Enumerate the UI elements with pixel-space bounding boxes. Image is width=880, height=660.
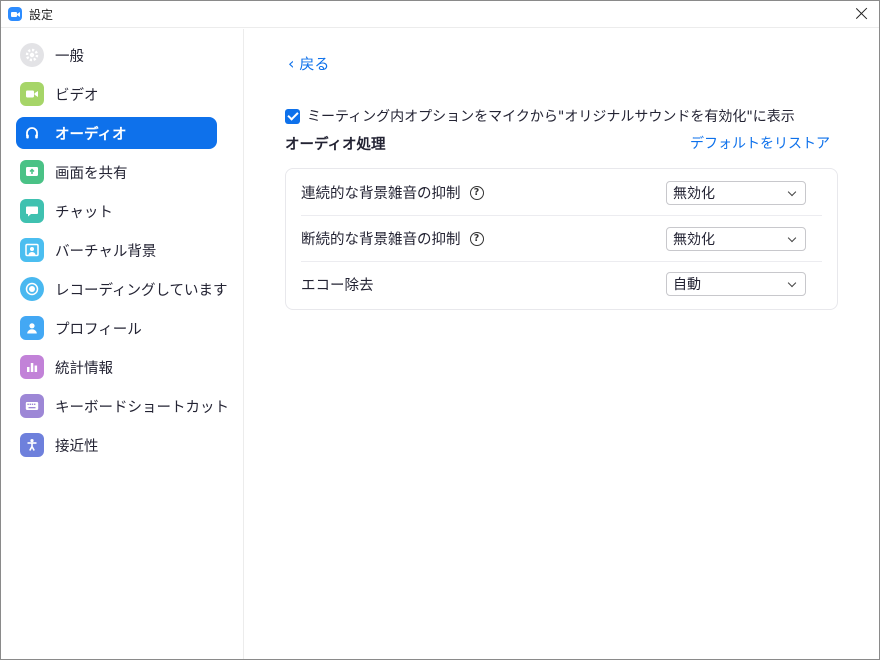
sidebar-item-statistics[interactable]: 統計情報 [16, 351, 217, 383]
restore-defaults-link[interactable]: デフォルトをリストア [690, 133, 830, 153]
back-label: 戻る [299, 55, 330, 73]
settings-window: 設定 一般 ビデオ オーディオ 画面を共有 チャット バーチャル背景 レコーディ… [0, 0, 880, 660]
sidebar-item-label: 接近性 [55, 438, 99, 455]
headphones-icon [20, 121, 44, 145]
row-label: 断続的な背景雑音の抑制 [301, 232, 461, 248]
echo-cancellation-row: エコー除去 自動 [301, 261, 822, 307]
original-sound-option-label: ミーティング内オプションをマイクから"オリジナルサウンドを有効化"に表示 [307, 109, 795, 125]
row-label: エコー除去 [301, 277, 374, 294]
settings-sidebar: 一般 ビデオ オーディオ 画面を共有 チャット バーチャル背景 レコーディングし… [1, 29, 244, 659]
sidebar-item-label: チャット [55, 204, 113, 221]
sidebar-item-video[interactable]: ビデオ [16, 78, 217, 110]
video-camera-icon [20, 82, 44, 106]
zoom-app-icon [8, 7, 22, 21]
sidebar-item-keyboard-shortcuts[interactable]: キーボードショートカット [16, 390, 229, 422]
persistent-noise-row: 連続的な背景雑音の抑制 ? 無効化 [301, 170, 822, 216]
sidebar-item-accessibility[interactable]: 接近性 [16, 429, 217, 461]
virtual-background-icon [20, 238, 44, 262]
chat-bubble-icon [20, 199, 44, 223]
chevron-down-icon [787, 233, 797, 243]
original-sound-checkbox[interactable] [285, 108, 300, 124]
sidebar-item-virtual-background[interactable]: バーチャル背景 [16, 234, 217, 266]
sidebar-item-label: 統計情報 [55, 360, 113, 377]
sidebar-item-label: 画面を共有 [55, 165, 128, 182]
original-sound-option-row: ミーティング内オプションをマイクから"オリジナルサウンドを有効化"に表示 [285, 106, 795, 126]
echo-cancellation-select[interactable]: 自動 [666, 272, 806, 296]
select-value: 自動 [673, 277, 701, 293]
share-screen-icon [20, 160, 44, 184]
sidebar-item-label: キーボードショートカット [55, 399, 229, 416]
title-bar: 設定 [1, 1, 879, 28]
gear-icon [20, 43, 44, 67]
help-icon[interactable]: ? [469, 231, 484, 246]
chevron-left-icon: ‹ [288, 54, 295, 73]
back-button[interactable]: ‹ 戻る [288, 53, 329, 74]
sidebar-item-share-screen[interactable]: 画面を共有 [16, 156, 217, 188]
sidebar-item-general[interactable]: 一般 [16, 39, 217, 71]
select-value: 無効化 [673, 232, 715, 248]
window-title: 設定 [29, 8, 54, 22]
chevron-down-icon [787, 187, 797, 197]
sidebar-item-label: 一般 [55, 48, 84, 65]
persistent-noise-select[interactable]: 無効化 [666, 181, 806, 205]
audio-settings-panel: ‹ 戻る ミーティング内オプションをマイクから"オリジナルサウンドを有効化"に表… [245, 29, 879, 659]
sidebar-item-label: オーディオ [55, 126, 127, 143]
keyboard-icon [20, 394, 44, 418]
audio-processing-panel: 連続的な背景雑音の抑制 ? 無効化 断続的な背景雑音の抑制 ? 無効化 エコー除… [285, 168, 838, 310]
intermittent-noise-select[interactable]: 無効化 [666, 227, 806, 251]
intermittent-noise-row: 断続的な背景雑音の抑制 ? 無効化 [301, 216, 822, 262]
sidebar-item-chat[interactable]: チャット [16, 195, 217, 227]
sidebar-item-recording[interactable]: レコーディングしています [16, 273, 228, 305]
section-title: オーディオ処理 [285, 137, 386, 153]
sidebar-item-audio[interactable]: オーディオ [16, 117, 217, 149]
sidebar-item-label: バーチャル背景 [55, 243, 157, 260]
sidebar-item-label: ビデオ [55, 87, 99, 104]
sidebar-item-label: レコーディングしています [55, 282, 228, 299]
row-label: 連続的な背景雑音の抑制 [301, 186, 461, 202]
statistics-icon [20, 355, 44, 379]
help-icon[interactable]: ? [469, 185, 484, 200]
select-value: 無効化 [673, 186, 715, 202]
record-icon [20, 277, 44, 301]
sidebar-item-label: プロフィール [55, 321, 142, 338]
accessibility-icon [20, 433, 44, 457]
chevron-down-icon [787, 278, 797, 288]
close-button[interactable] [851, 3, 873, 25]
profile-icon [20, 316, 44, 340]
sidebar-item-profile[interactable]: プロフィール [16, 312, 217, 344]
